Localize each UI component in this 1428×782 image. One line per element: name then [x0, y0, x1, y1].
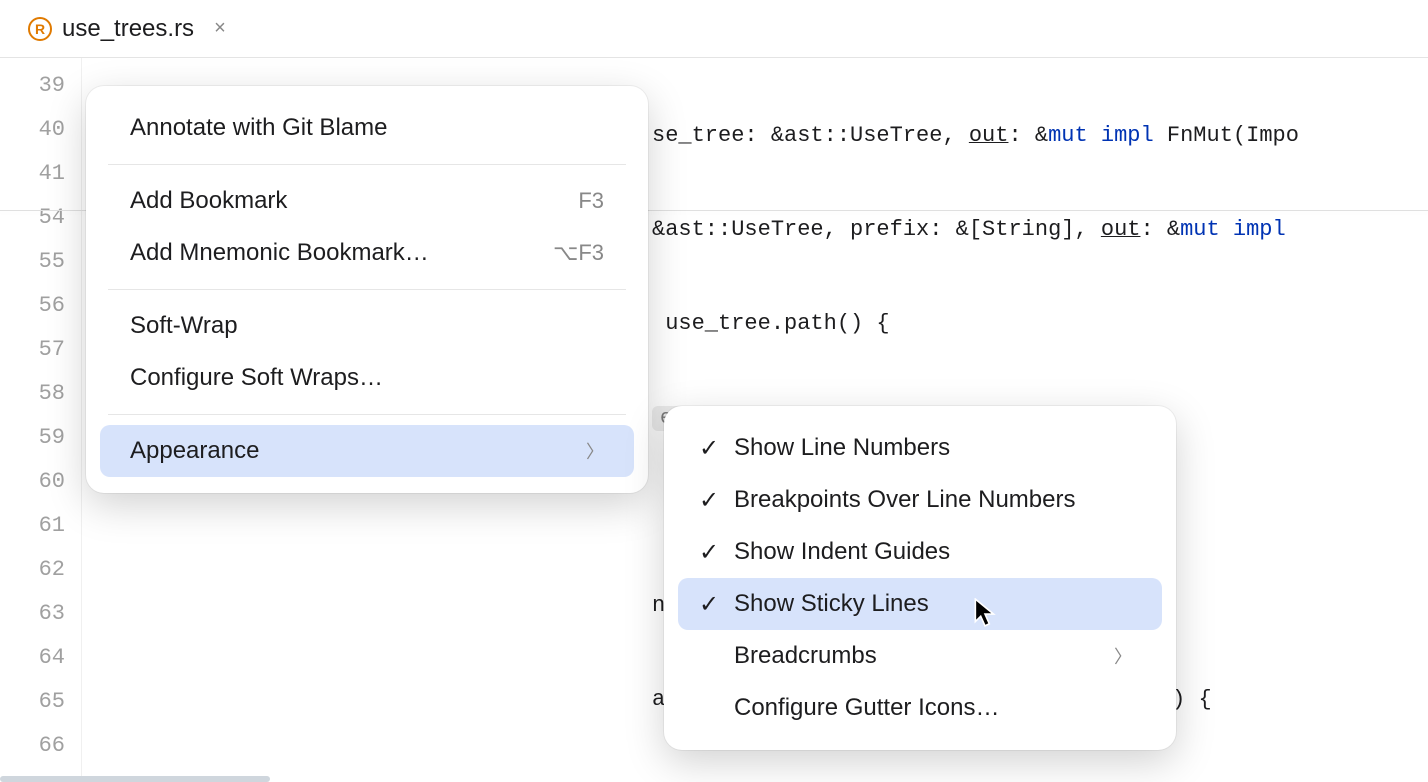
menu-item-label: Annotate with Git Blame: [130, 114, 387, 142]
gutter[interactable]: 39 40 41 54 55 56 57 58 59 60 61 62 63 6…: [0, 58, 82, 781]
line-number[interactable]: 64: [0, 636, 65, 680]
check-icon: ✓: [698, 590, 720, 619]
menu-item-label: Add Mnemonic Bookmark…: [130, 239, 429, 267]
menu-item-breakpoints-over-line-numbers[interactable]: ✓ Breakpoints Over Line Numbers: [678, 474, 1162, 526]
menu-shortcut: ⌥F3: [553, 240, 604, 266]
line-number[interactable]: 58: [0, 372, 65, 416]
rust-file-icon: R: [28, 17, 52, 41]
line-number[interactable]: 55: [0, 240, 65, 284]
menu-item-show-sticky-lines[interactable]: ✓ Show Sticky Lines: [678, 578, 1162, 630]
line-number[interactable]: 62: [0, 548, 65, 592]
line-number[interactable]: 57: [0, 328, 65, 372]
menu-separator: [108, 289, 626, 290]
line-number[interactable]: 66: [0, 724, 65, 768]
line-number[interactable]: 59: [0, 416, 65, 460]
menu-separator: [108, 414, 626, 415]
menu-item-label: Breakpoints Over Line Numbers: [734, 486, 1075, 514]
menu-item-configure-gutter-icons[interactable]: Configure Gutter Icons…: [678, 682, 1162, 734]
menu-item-label: Show Indent Guides: [734, 538, 950, 566]
code-line[interactable]: );: [82, 772, 1428, 781]
close-icon[interactable]: ×: [214, 17, 226, 40]
menu-item-annotate-git-blame[interactable]: Annotate with Git Blame: [100, 102, 634, 154]
menu-item-add-mnemonic-bookmark[interactable]: Add Mnemonic Bookmark… ⌥F3: [100, 227, 634, 279]
menu-item-label: Soft-Wrap: [130, 312, 238, 340]
menu-item-breadcrumbs[interactable]: Breadcrumbs 〉: [678, 630, 1162, 682]
appearance-submenu: ✓ Show Line Numbers ✓ Breakpoints Over Lin…: [664, 406, 1176, 750]
tab-bar: R use_trees.rs ×: [0, 0, 1428, 58]
menu-item-add-bookmark[interactable]: Add Bookmark F3: [100, 175, 634, 227]
menu-shortcut: F3: [578, 188, 604, 214]
line-number[interactable]: 39: [0, 64, 65, 108]
chevron-right-icon: 〉: [586, 438, 604, 464]
tab-active-indicator: [0, 776, 270, 782]
tab-title: use_trees.rs: [62, 15, 194, 43]
check-icon: ✓: [698, 434, 720, 463]
menu-item-show-line-numbers[interactable]: ✓ Show Line Numbers: [678, 422, 1162, 474]
menu-item-label: Show Line Numbers: [734, 434, 950, 462]
menu-item-label: Appearance: [130, 437, 259, 465]
menu-item-label: Add Bookmark: [130, 187, 287, 215]
menu-item-label: Configure Soft Wraps…: [130, 364, 383, 392]
menu-item-show-indent-guides[interactable]: ✓ Show Indent Guides: [678, 526, 1162, 578]
line-number[interactable]: 63: [0, 592, 65, 636]
menu-item-configure-soft-wraps[interactable]: Configure Soft Wraps…: [100, 352, 634, 404]
line-number[interactable]: 40: [0, 108, 65, 152]
menu-item-label: Show Sticky Lines: [734, 590, 929, 618]
menu-item-label: Breadcrumbs: [734, 642, 877, 670]
editor-tab[interactable]: R use_trees.rs ×: [12, 0, 242, 57]
check-icon: ✓: [698, 538, 720, 567]
gutter-context-menu: Annotate with Git Blame Add Bookmark F3 …: [86, 86, 648, 493]
line-number[interactable]: 61: [0, 504, 65, 548]
menu-item-soft-wrap[interactable]: Soft-Wrap: [100, 300, 634, 352]
line-number[interactable]: 41: [0, 152, 65, 196]
menu-item-appearance[interactable]: Appearance 〉: [100, 425, 634, 477]
line-number[interactable]: 60: [0, 460, 65, 504]
check-icon: ✓: [698, 486, 720, 515]
chevron-right-icon: 〉: [1114, 643, 1132, 669]
line-number[interactable]: 56: [0, 284, 65, 328]
line-number[interactable]: 65: [0, 680, 65, 724]
line-number[interactable]: 54: [0, 196, 65, 240]
menu-separator: [108, 164, 626, 165]
menu-item-label: Configure Gutter Icons…: [734, 694, 999, 722]
